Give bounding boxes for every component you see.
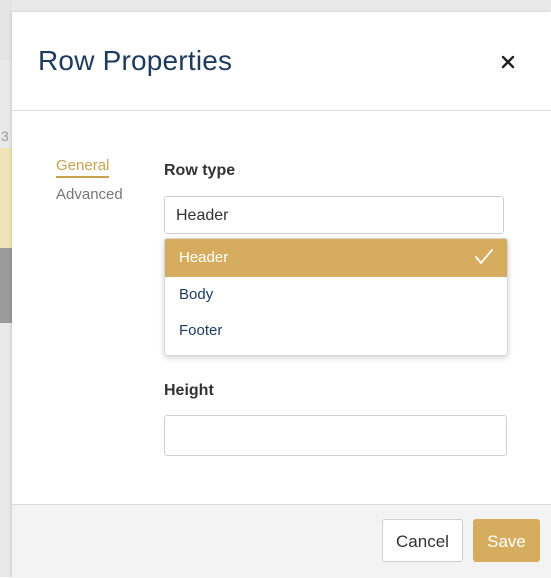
save-button[interactable]: Save bbox=[473, 519, 540, 562]
option-label: Footer bbox=[179, 322, 223, 339]
height-input[interactable] bbox=[164, 415, 507, 456]
row-type-value: Header bbox=[176, 207, 229, 224]
checkmark-icon bbox=[475, 249, 493, 264]
option-body[interactable]: Body bbox=[165, 277, 507, 313]
row-properties-dialog: Row Properties General Advanced Row type… bbox=[12, 12, 551, 578]
dialog-footer: Cancel Save bbox=[12, 504, 551, 578]
row-type-dropdown: Header Body Footer bbox=[164, 238, 508, 356]
background-strip bbox=[0, 148, 12, 248]
dialog-title: Row Properties bbox=[38, 45, 233, 76]
cancel-button[interactable]: Cancel bbox=[382, 519, 463, 562]
side-nav: General Advanced bbox=[56, 157, 146, 213]
dialog-header: Row Properties bbox=[12, 12, 551, 111]
row-type-label: Row type bbox=[164, 162, 236, 179]
height-label: Height bbox=[164, 382, 214, 399]
tab-advanced[interactable]: Advanced bbox=[56, 186, 123, 203]
option-footer[interactable]: Footer bbox=[165, 313, 507, 349]
close-icon[interactable] bbox=[496, 50, 520, 74]
background-text: 3 bbox=[1, 128, 9, 144]
row-type-select[interactable]: Header bbox=[164, 196, 504, 234]
option-header[interactable]: Header bbox=[165, 239, 507, 277]
option-label: Body bbox=[179, 286, 214, 303]
tab-general[interactable]: General bbox=[56, 157, 110, 178]
background-strip bbox=[0, 248, 12, 323]
option-label: Header bbox=[179, 249, 229, 266]
background-strip bbox=[0, 0, 12, 60]
